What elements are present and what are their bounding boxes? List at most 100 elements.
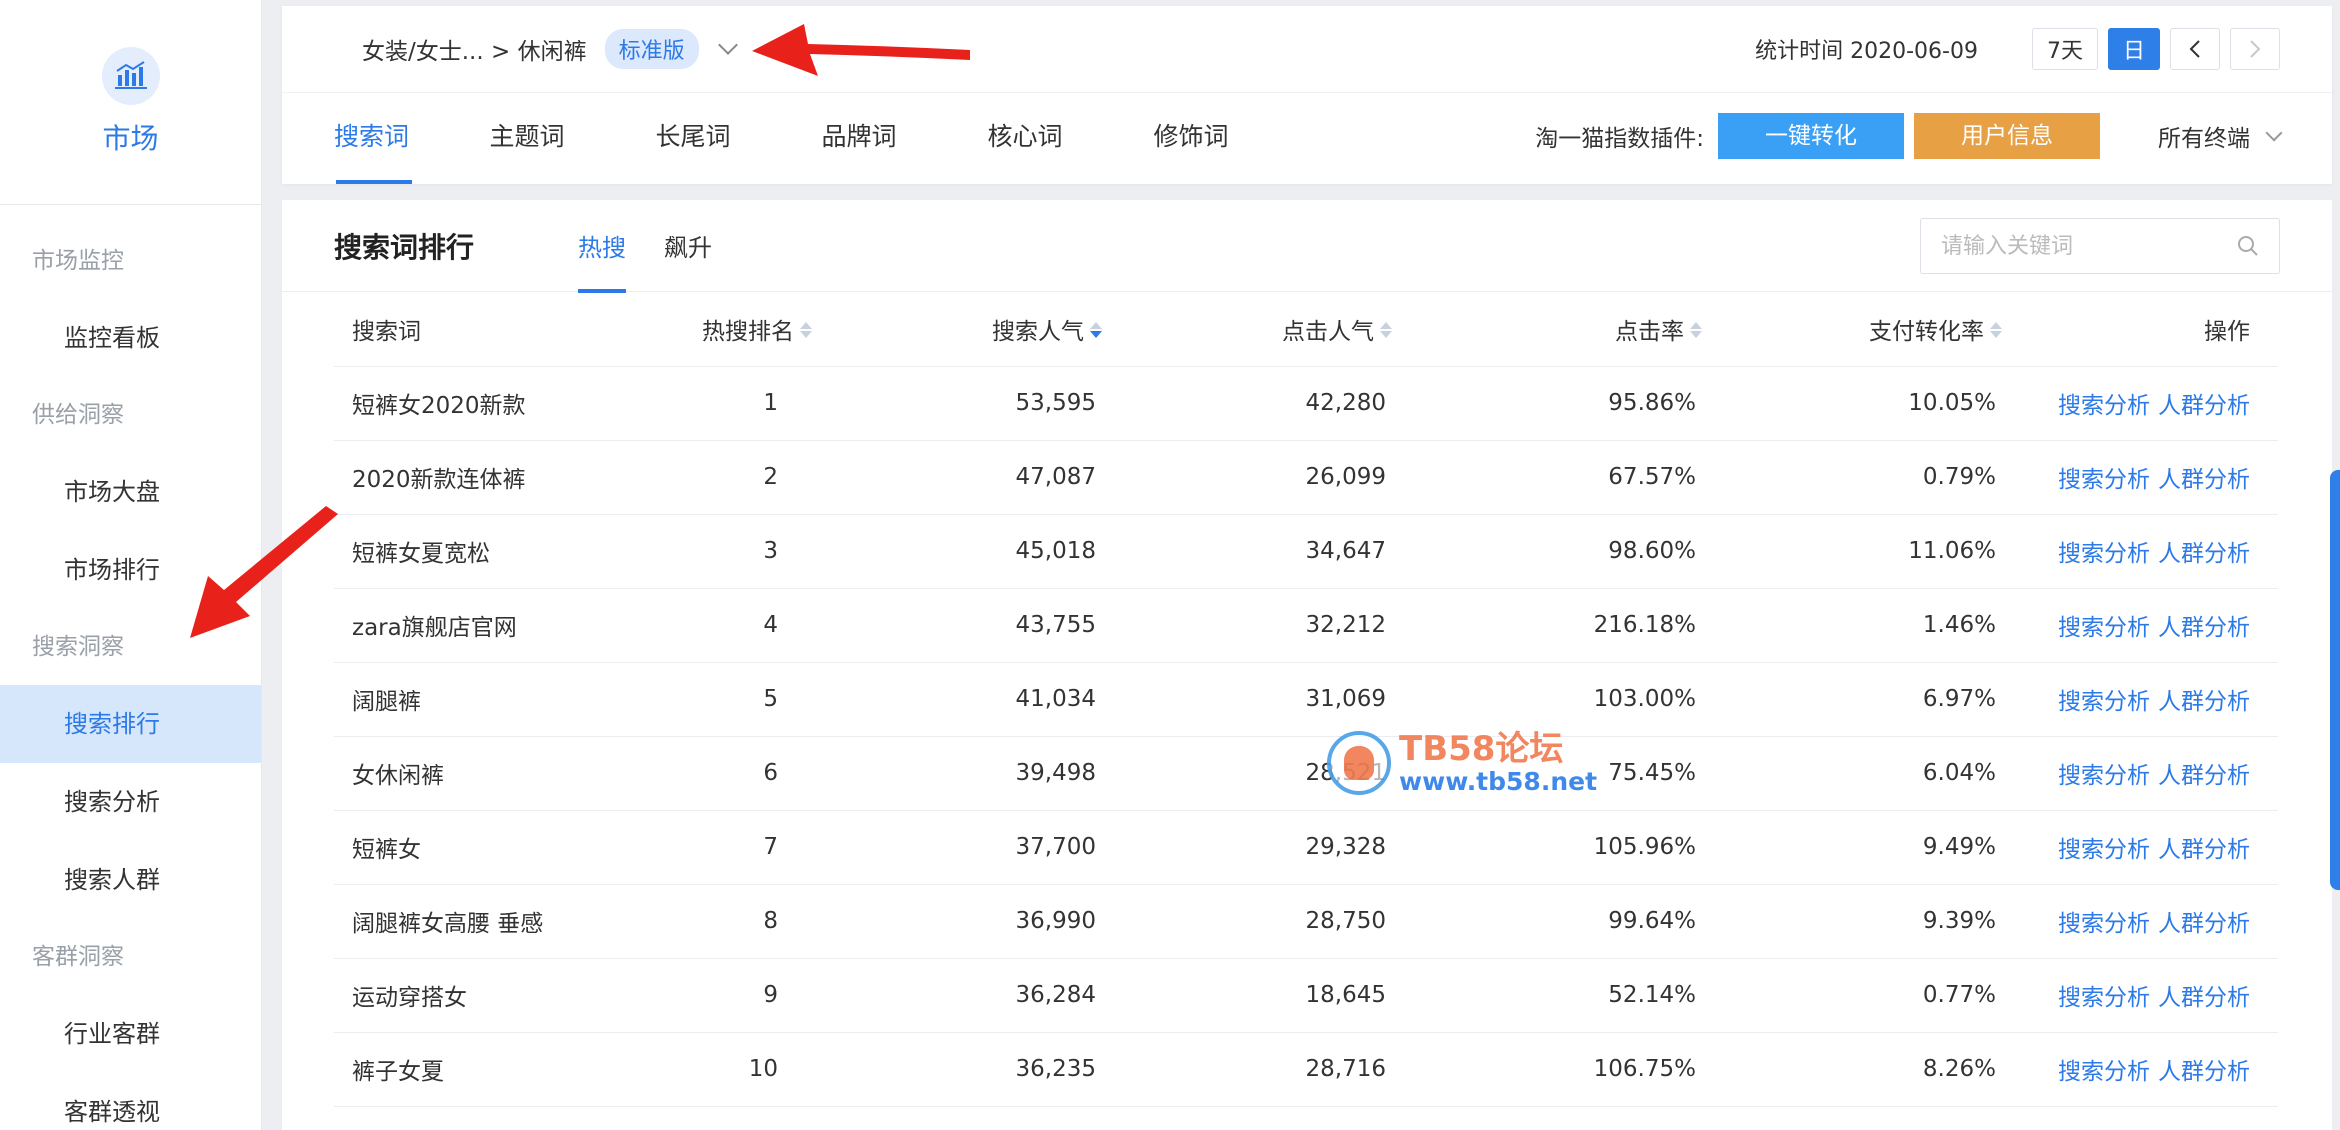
table-cell-actions: 搜索分析 人群分析 bbox=[2014, 1032, 2278, 1107]
market-chart-icon bbox=[101, 47, 160, 105]
table-cell: 8.26% bbox=[1714, 1032, 2014, 1107]
sidebar: 市场 市场监控 监控看板 供给洞察 市场大盘 市场排行 搜索洞察 搜索排行 搜索分析 搜索人群客… bbox=[0, 0, 262, 1130]
crowd-analysis-link[interactable]: 人群分析 bbox=[2158, 763, 2250, 789]
table-cell-actions: 搜索分析 人群分析 bbox=[2014, 884, 2278, 959]
next-date-button[interactable] bbox=[2230, 28, 2280, 70]
crowd-analysis-link[interactable]: 人群分析 bbox=[2158, 393, 2250, 419]
search-analysis-link[interactable]: 搜索分析 bbox=[2058, 985, 2150, 1011]
search-analysis-link[interactable]: 搜索分析 bbox=[2058, 541, 2150, 567]
crowd-analysis-link[interactable]: 人群分析 bbox=[2158, 615, 2250, 641]
crowd-analysis-link[interactable]: 人群分析 bbox=[2158, 911, 2250, 937]
table-cell-actions: 搜索分析 人群分析 bbox=[2014, 440, 2278, 515]
sidebar-item[interactable]: 市场排行 bbox=[0, 531, 261, 609]
crowd-analysis-link[interactable]: 人群分析 bbox=[2158, 1059, 2250, 1085]
breadcrumb[interactable]: 女装/女士... > 休闲裤 bbox=[362, 32, 587, 66]
sidebar-item[interactable]: 客群透视 bbox=[0, 1073, 261, 1130]
table-cell: 36,284 bbox=[824, 958, 1114, 1033]
one-click-convert-button[interactable]: 一键转化 bbox=[1718, 113, 1904, 159]
search-analysis-link[interactable]: 搜索分析 bbox=[2058, 763, 2150, 789]
table-row: 短裤女2020新款 1 53,595 42,280 95.86% 10.05% 搜索分析 人群… bbox=[334, 366, 2278, 441]
column-header-label: 搜索词 bbox=[352, 318, 421, 345]
sidebar-item[interactable]: 行业客群 bbox=[0, 995, 261, 1073]
table-cell: 6.04% bbox=[1714, 736, 2014, 811]
stat-time: 统计时间 2020-06-09 bbox=[1755, 39, 1978, 64]
table-cell-actions: 搜索分析 人群分析 bbox=[2014, 958, 2278, 1033]
brand[interactable]: 市场 bbox=[0, 0, 261, 205]
table-row: 女休闲裤 6 39,498 28,521 75.45% 6.04% 搜索分析 人群分析 bbox=[334, 736, 2278, 811]
plugin-label: 淘一猫指数插件: bbox=[1535, 126, 1704, 152]
search-analysis-link[interactable]: 搜索分析 bbox=[2058, 911, 2150, 937]
word-type-tabs: 搜索词 主题词 长尾词 品牌词 核心词 修饰词 淘一猫指数插件: 一键转化 用户信息 所有… bbox=[282, 92, 2332, 184]
tab-word-type[interactable]: 主题词 bbox=[444, 93, 610, 184]
search-analysis-link[interactable]: 搜索分析 bbox=[2058, 615, 2150, 641]
user-info-button[interactable]: 用户信息 bbox=[1914, 113, 2100, 159]
table-cell: 106.75% bbox=[1404, 1032, 1714, 1107]
column-header[interactable]: 点击人气 bbox=[1114, 292, 1404, 367]
chevron-left-icon bbox=[2189, 40, 2200, 58]
table-cell: 7 bbox=[594, 810, 824, 885]
search-analysis-link[interactable]: 搜索分析 bbox=[2058, 467, 2150, 493]
table-cell: 52.14% bbox=[1404, 958, 1714, 1033]
search-analysis-link[interactable]: 搜索分析 bbox=[2058, 689, 2150, 715]
column-header[interactable]: 点击率 bbox=[1404, 292, 1714, 367]
range-7d-button[interactable]: 7天 bbox=[2032, 28, 2098, 70]
table-cell: 37,700 bbox=[824, 810, 1114, 885]
crowd-analysis-link[interactable]: 人群分析 bbox=[2158, 837, 2250, 863]
search-analysis-link[interactable]: 搜索分析 bbox=[2058, 837, 2150, 863]
sidebar-item[interactable]: 搜索人群 bbox=[0, 841, 261, 919]
tab-word-type[interactable]: 修饰词 bbox=[1108, 93, 1274, 184]
table-cell: 0.79% bbox=[1714, 440, 2014, 515]
tab-word-type[interactable]: 长尾词 bbox=[610, 93, 776, 184]
crowd-analysis-link[interactable]: 人群分析 bbox=[2158, 985, 2250, 1011]
table-cell: 短裤女 bbox=[334, 810, 594, 885]
plugin-bar: 淘一猫指数插件: 一键转化 用户信息 所有终端 bbox=[1535, 113, 2283, 159]
table-cell-actions: 搜索分析 人群分析 bbox=[2014, 366, 2278, 441]
tab-word-type[interactable]: 品牌词 bbox=[776, 93, 942, 184]
crowd-analysis-link[interactable]: 人群分析 bbox=[2158, 467, 2250, 493]
table-cell: 28,750 bbox=[1114, 884, 1404, 959]
table-row: 短裤女 7 37,700 29,328 105.96% 9.49% 搜索分析 人群分析 bbox=[334, 810, 2278, 885]
table-row: 短裤女夏宽松 3 45,018 34,647 98.60% 11.06% 搜索分析 人群分析 bbox=[334, 514, 2278, 589]
table-cell: 10.05% bbox=[1714, 366, 2014, 441]
tab-word-type[interactable]: 核心词 bbox=[942, 93, 1108, 184]
search-analysis-link[interactable]: 搜索分析 bbox=[2058, 393, 2150, 419]
prev-date-button[interactable] bbox=[2170, 28, 2220, 70]
table-cell: 5 bbox=[594, 662, 824, 737]
tab-ranking-type[interactable]: 热搜 bbox=[578, 200, 626, 293]
sidebar-item[interactable]: 搜索分析 bbox=[0, 763, 261, 841]
sidebar-nav: 市场监控 监控看板 供给洞察 市场大盘 市场排行 搜索洞察 搜索排行 搜索分析 搜索人群 客群洞察… bbox=[0, 205, 261, 1130]
search-input[interactable] bbox=[1941, 233, 2221, 259]
search-analysis-link[interactable]: 搜索分析 bbox=[2058, 1059, 2150, 1085]
table-cell: 2020新款连体裤 bbox=[334, 440, 594, 515]
tab-ranking-type[interactable]: 飙升 bbox=[664, 200, 712, 292]
sidebar-item[interactable]: 监控看板 bbox=[0, 299, 261, 377]
sidebar-item[interactable]: 市场大盘 bbox=[0, 453, 261, 531]
search-icon[interactable] bbox=[2235, 233, 2261, 259]
table-cell: 9.49% bbox=[1714, 810, 2014, 885]
table-cell: 216.18% bbox=[1404, 588, 1714, 663]
column-header-label: 搜索人气 bbox=[992, 318, 1084, 345]
column-header[interactable]: 热搜排名 bbox=[594, 292, 824, 367]
ranking-panel: 搜索词排行 热搜飙升 搜索词 热搜排名 搜索人气 点击人气 点击率 支付转化率 操作 短裤女… bbox=[282, 200, 2332, 1130]
table-cell: 98.60% bbox=[1404, 514, 1714, 589]
table-cell: 9 bbox=[594, 958, 824, 1033]
crowd-analysis-link[interactable]: 人群分析 bbox=[2158, 541, 2250, 567]
column-header[interactable]: 搜索人气 bbox=[824, 292, 1114, 367]
tab-word-type[interactable]: 搜索词 bbox=[334, 93, 444, 184]
crowd-analysis-link[interactable]: 人群分析 bbox=[2158, 689, 2250, 715]
table-cell: 34,647 bbox=[1114, 514, 1404, 589]
terminal-select[interactable]: 所有终端 bbox=[2158, 119, 2283, 153]
range-day-button[interactable]: 日 bbox=[2108, 28, 2160, 70]
side-drawer-handle[interactable] bbox=[2330, 470, 2340, 890]
sidebar-item[interactable]: 搜索排行 bbox=[0, 685, 261, 763]
chevron-down-icon[interactable] bbox=[717, 35, 738, 55]
table-cell: 53,595 bbox=[824, 366, 1114, 441]
table-cell: 0.77% bbox=[1714, 958, 2014, 1033]
table-cell: 47,087 bbox=[824, 440, 1114, 515]
column-header[interactable]: 支付转化率 bbox=[1714, 292, 2014, 367]
table-cell: 1 bbox=[594, 366, 824, 441]
table-cell: 阔腿裤 bbox=[334, 662, 594, 737]
header-panel: 女装/女士... > 休闲裤 标准版 统计时间 2020-06-09 7天 日 … bbox=[282, 6, 2332, 184]
column-header-label: 支付转化率 bbox=[1869, 318, 1984, 345]
column-header: 搜索词 bbox=[334, 292, 594, 367]
